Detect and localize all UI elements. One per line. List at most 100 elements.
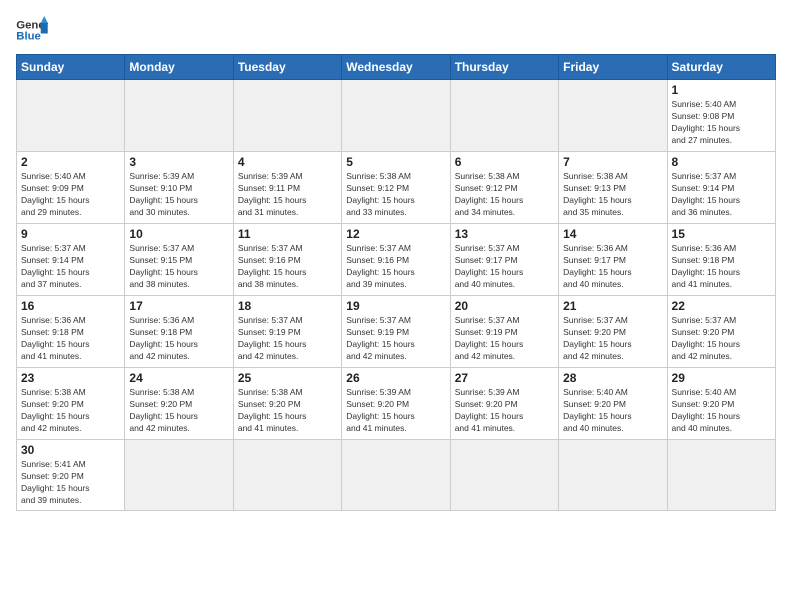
calendar-page: General Blue SundayMondayTuesdayWednesda… [0,0,792,527]
calendar-cell [125,80,233,152]
calendar-cell: 9Sunrise: 5:37 AMSunset: 9:14 PMDaylight… [17,224,125,296]
calendar-cell [342,440,450,511]
day-number: 10 [129,227,228,241]
day-info: Sunrise: 5:39 AMSunset: 9:20 PMDaylight:… [346,387,445,435]
day-info: Sunrise: 5:37 AMSunset: 9:19 PMDaylight:… [455,315,554,363]
day-info: Sunrise: 5:36 AMSunset: 9:18 PMDaylight:… [21,315,120,363]
calendar-cell: 17Sunrise: 5:36 AMSunset: 9:18 PMDayligh… [125,296,233,368]
calendar-body: 1Sunrise: 5:40 AMSunset: 9:08 PMDaylight… [17,80,776,511]
calendar-cell: 30 Sunrise: 5:41 AMSunset: 9:20 PMDayligh… [17,440,125,511]
day-number: 2 [21,155,120,169]
day-info: Sunrise: 5:37 AMSunset: 9:20 PMDaylight:… [563,315,662,363]
calendar-cell: 29Sunrise: 5:40 AMSunset: 9:20 PMDayligh… [667,368,775,440]
day-info: Sunrise: 5:40 AMSunset: 9:20 PMDaylight:… [563,387,662,435]
day-info: Sunrise: 5:37 AMSunset: 9:19 PMDaylight:… [346,315,445,363]
day-number: 26 [346,371,445,385]
week-row-1: 1Sunrise: 5:40 AMSunset: 9:08 PMDaylight… [17,80,776,152]
day-number: 24 [129,371,228,385]
day-number: 27 [455,371,554,385]
day-info: Sunrise: 5:37 AMSunset: 9:15 PMDaylight:… [129,243,228,291]
calendar-cell: 14Sunrise: 5:36 AMSunset: 9:17 PMDayligh… [559,224,667,296]
calendar-cell [559,440,667,511]
day-info: Sunrise: 5:38 AMSunset: 9:20 PMDaylight:… [238,387,337,435]
day-number: 14 [563,227,662,241]
calendar-cell [17,80,125,152]
day-number: 16 [21,299,120,313]
weekday-header-sunday: Sunday [17,55,125,80]
day-info: Sunrise: 5:39 AMSunset: 9:10 PMDaylight:… [129,171,228,219]
calendar-cell: 19 Sunrise: 5:37 AMSunset: 9:19 PMDayligh… [342,296,450,368]
day-info: Sunrise: 5:38 AMSunset: 9:20 PMDaylight:… [21,387,120,435]
day-number: 7 [563,155,662,169]
calendar-cell: 1Sunrise: 5:40 AMSunset: 9:08 PMDaylight… [667,80,775,152]
calendar-cell [559,80,667,152]
weekday-header-saturday: Saturday [667,55,775,80]
day-number: 13 [455,227,554,241]
day-number: 20 [455,299,554,313]
day-number: 28 [563,371,662,385]
day-number: 15 [672,227,771,241]
day-number: 21 [563,299,662,313]
day-number: 5 [346,155,445,169]
day-info: Sunrise: 5:39 AMSunset: 9:11 PMDaylight:… [238,171,337,219]
day-info: Sunrise: 5:40 AMSunset: 9:09 PMDaylight:… [21,171,120,219]
day-number: 4 [238,155,337,169]
week-row-5: 23 Sunrise: 5:38 AMSunset: 9:20 PMDayligh… [17,368,776,440]
day-info: Sunrise: 5:38 AMSunset: 9:12 PMDaylight:… [455,171,554,219]
weekday-header-wednesday: Wednesday [342,55,450,80]
day-number: 6 [455,155,554,169]
day-info: Sunrise: 5:39 AMSunset: 9:20 PMDaylight:… [455,387,554,435]
day-number: 17 [129,299,228,313]
day-info: Sunrise: 5:37 AMSunset: 9:19 PMDaylight:… [238,315,337,363]
calendar-cell [667,440,775,511]
day-info: Sunrise: 5:38 AMSunset: 9:20 PMDaylight:… [129,387,228,435]
calendar-cell: 8 Sunrise: 5:37 AMSunset: 9:14 PMDaylight… [667,152,775,224]
header: General Blue [16,16,776,44]
day-info: Sunrise: 5:37 AMSunset: 9:17 PMDaylight:… [455,243,554,291]
calendar-cell: 22 Sunrise: 5:37 AMSunset: 9:20 PMDayligh… [667,296,775,368]
logo: General Blue [16,16,48,44]
day-number: 30 [21,443,120,457]
calendar-table: SundayMondayTuesdayWednesdayThursdayFrid… [16,54,776,511]
day-info: Sunrise: 5:41 AMSunset: 9:20 PMDaylight:… [21,459,120,507]
week-row-3: 9Sunrise: 5:37 AMSunset: 9:14 PMDaylight… [17,224,776,296]
calendar-cell: 15 Sunrise: 5:36 AMSunset: 9:18 PMDayligh… [667,224,775,296]
day-info: Sunrise: 5:40 AMSunset: 9:08 PMDaylight:… [672,99,771,147]
week-row-2: 2 Sunrise: 5:40 AMSunset: 9:09 PMDaylight… [17,152,776,224]
day-info: Sunrise: 5:37 AMSunset: 9:14 PMDaylight:… [672,171,771,219]
calendar-cell [450,440,558,511]
day-number: 19 [346,299,445,313]
svg-text:Blue: Blue [16,31,41,43]
calendar-cell: 13 Sunrise: 5:37 AMSunset: 9:17 PMDayligh… [450,224,558,296]
day-number: 23 [21,371,120,385]
calendar-cell: 26 Sunrise: 5:39 AMSunset: 9:20 PMDayligh… [342,368,450,440]
calendar-cell: 25 Sunrise: 5:38 AMSunset: 9:20 PMDayligh… [233,368,341,440]
day-info: Sunrise: 5:37 AMSunset: 9:16 PMDaylight:… [346,243,445,291]
calendar-cell: 6 Sunrise: 5:38 AMSunset: 9:12 PMDaylight… [450,152,558,224]
day-info: Sunrise: 5:37 AMSunset: 9:20 PMDaylight:… [672,315,771,363]
calendar-cell: 23 Sunrise: 5:38 AMSunset: 9:20 PMDayligh… [17,368,125,440]
week-row-4: 16 Sunrise: 5:36 AMSunset: 9:18 PMDayligh… [17,296,776,368]
calendar-cell: 2 Sunrise: 5:40 AMSunset: 9:09 PMDaylight… [17,152,125,224]
day-number: 8 [672,155,771,169]
day-number: 11 [238,227,337,241]
day-number: 25 [238,371,337,385]
day-number: 12 [346,227,445,241]
calendar-cell: 27 Sunrise: 5:39 AMSunset: 9:20 PMDayligh… [450,368,558,440]
calendar-cell: 16 Sunrise: 5:36 AMSunset: 9:18 PMDayligh… [17,296,125,368]
weekday-row: SundayMondayTuesdayWednesdayThursdayFrid… [17,55,776,80]
calendar-cell: 12 Sunrise: 5:37 AMSunset: 9:16 PMDayligh… [342,224,450,296]
day-info: Sunrise: 5:36 AMSunset: 9:18 PMDaylight:… [672,243,771,291]
calendar-cell: 18Sunrise: 5:37 AMSunset: 9:19 PMDayligh… [233,296,341,368]
calendar-cell [233,80,341,152]
calendar-cell: 24 Sunrise: 5:38 AMSunset: 9:20 PMDayligh… [125,368,233,440]
day-info: Sunrise: 5:40 AMSunset: 9:20 PMDaylight:… [672,387,771,435]
day-number: 22 [672,299,771,313]
calendar-cell: 4 Sunrise: 5:39 AMSunset: 9:11 PMDaylight… [233,152,341,224]
calendar-cell: 10 Sunrise: 5:37 AMSunset: 9:15 PMDayligh… [125,224,233,296]
day-number: 3 [129,155,228,169]
calendar-cell: 20 Sunrise: 5:37 AMSunset: 9:19 PMDayligh… [450,296,558,368]
calendar-cell: 11Sunrise: 5:37 AMSunset: 9:16 PMDayligh… [233,224,341,296]
calendar-cell [342,80,450,152]
calendar-cell: 7Sunrise: 5:38 AMSunset: 9:13 PMDaylight… [559,152,667,224]
